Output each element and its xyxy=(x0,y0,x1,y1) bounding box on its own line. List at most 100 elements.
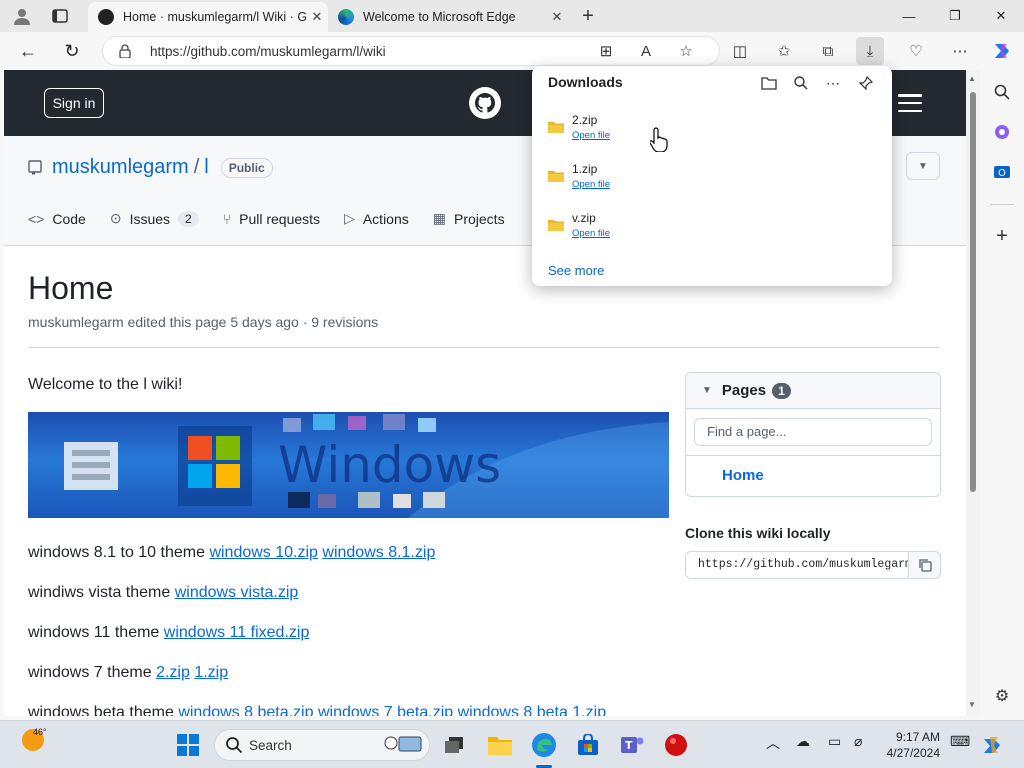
system-clock[interactable]: 9:17 AM 4/27/2024 xyxy=(880,729,940,761)
pull-request-icon: ⑂ xyxy=(222,210,232,227)
download-link[interactable]: windows 10.zip xyxy=(209,544,318,561)
minimize-icon[interactable]: — xyxy=(886,0,932,32)
add-sidebar-icon[interactable]: + xyxy=(990,224,1014,248)
tab-label: Actions xyxy=(362,210,409,227)
app-available-icon[interactable]: ⊞ xyxy=(592,37,620,65)
tab-actions-icon[interactable] xyxy=(48,4,72,28)
github-logo-icon[interactable] xyxy=(469,87,501,119)
download-item[interactable]: 2.zip Open file xyxy=(548,113,868,153)
search-downloads-icon[interactable] xyxy=(790,72,812,94)
download-item[interactable]: 1.zip Open file xyxy=(548,162,868,202)
sign-in-button[interactable]: Sign in xyxy=(44,88,104,118)
find-page-input[interactable]: Find a page... xyxy=(694,418,932,446)
open-file-link[interactable]: Open file xyxy=(572,228,610,239)
close-tab-icon[interactable]: ✕ xyxy=(306,9,328,25)
tab-pull-requests[interactable]: ⑂ Pull requests xyxy=(223,211,320,227)
tab-code[interactable]: <> Code xyxy=(28,211,86,227)
windows-taskbar: 46° Search T ︿ ☁ ▭ ⌀ 9:17 AM 4/27/2024 ⌨ xyxy=(0,720,1024,768)
wiki-line-3: windows 11 theme windows 11 fixed.zip xyxy=(28,624,309,642)
open-folder-icon[interactable] xyxy=(758,72,780,94)
download-link[interactable]: windows 8 beta 1.zip xyxy=(458,704,607,716)
downloads-icon[interactable]: ⤓ xyxy=(856,37,884,65)
caret-down-icon: ▼ xyxy=(702,385,712,396)
task-view-icon[interactable] xyxy=(438,729,470,761)
address-bar[interactable]: https://github.com/muskumlegarm/l/wiki xyxy=(102,36,720,66)
download-link[interactable]: 2.zip xyxy=(156,664,190,681)
collections-icon[interactable]: ⧉ xyxy=(814,37,842,65)
show-hidden-icons[interactable]: ︿ xyxy=(766,733,780,753)
profile-icon[interactable] xyxy=(10,4,34,28)
download-link[interactable]: 1.zip xyxy=(194,664,228,681)
new-tab-icon[interactable]: + xyxy=(576,4,600,28)
page-link-home[interactable]: Home xyxy=(722,467,764,484)
clone-wiki-label: Clone this wiki locally xyxy=(685,525,831,541)
network-icon[interactable]: ⌀ xyxy=(854,733,862,750)
back-icon[interactable]: ← xyxy=(14,37,42,65)
see-more-link[interactable]: See more xyxy=(548,263,604,278)
download-link[interactable]: windows 8.1.zip xyxy=(322,544,435,561)
repo-owner-link[interactable]: muskumlegarm xyxy=(52,156,189,179)
split-screen-icon[interactable]: ◫ xyxy=(726,37,754,65)
hamburger-menu-icon[interactable] xyxy=(898,94,922,112)
scroll-up-icon[interactable]: ▲ xyxy=(968,74,976,83)
repo-name-link[interactable]: l xyxy=(204,156,208,179)
download-link[interactable]: windows 7 beta.zip xyxy=(318,704,453,716)
taskbar-search[interactable]: Search xyxy=(214,729,430,761)
copilot-sidebar-icon[interactable] xyxy=(990,120,1014,144)
browser-essentials-icon[interactable]: ♡ xyxy=(902,37,930,65)
wiki-welcome-text: Welcome to the l wiki! xyxy=(28,376,183,393)
scroll-thumb[interactable] xyxy=(970,92,976,492)
restore-icon[interactable]: ❐ xyxy=(932,0,978,32)
file-explorer-icon[interactable] xyxy=(484,729,516,761)
display-icon[interactable]: ▭ xyxy=(828,733,841,750)
copy-icon[interactable] xyxy=(908,552,940,578)
copilot-icon[interactable] xyxy=(988,37,1016,65)
open-file-link[interactable]: Open file xyxy=(572,179,610,190)
browser-toolbar: ← ↻ https://github.com/muskumlegarm/l/wi… xyxy=(0,32,1024,70)
outlook-icon[interactable]: O xyxy=(990,160,1014,184)
address-url: https://github.com/muskumlegarm/l/wiki xyxy=(150,44,386,59)
onedrive-icon[interactable]: ☁ xyxy=(796,733,810,750)
teams-icon[interactable]: T xyxy=(616,729,648,761)
zip-folder-icon xyxy=(548,220,564,231)
tab-edge-welcome[interactable]: Welcome to Microsoft Edge ✕ xyxy=(328,2,568,32)
tab-issues[interactable]: ⊙ Issues 2 xyxy=(110,210,199,227)
notification-icon[interactable]: ⌨ xyxy=(950,733,970,750)
zip-folder-icon xyxy=(548,171,564,182)
download-link[interactable]: windows 8 beta.zip xyxy=(178,704,313,716)
repo-dropdown-button[interactable]: ▼ xyxy=(906,152,940,180)
more-options-icon[interactable]: ⋯ xyxy=(822,72,844,94)
close-window-icon[interactable]: ✕ xyxy=(978,0,1024,32)
tab-projects[interactable]: ▦ Projects xyxy=(433,210,505,227)
copilot-taskbar-icon[interactable] xyxy=(976,729,1008,761)
page-scrollbar[interactable]: ▲ ▼ xyxy=(966,70,980,716)
store-icon[interactable] xyxy=(572,729,604,761)
refresh-icon[interactable]: ↻ xyxy=(58,37,86,65)
read-aloud-icon[interactable]: A xyxy=(632,37,660,65)
pages-panel-header[interactable]: ▼ Pages 1 xyxy=(686,373,940,409)
download-item[interactable]: v.zip Open file xyxy=(548,211,868,251)
divider xyxy=(686,455,940,456)
pages-title: Pages xyxy=(721,382,767,399)
tab-actions[interactable]: ▷ Actions xyxy=(344,210,409,227)
red-app-icon[interactable] xyxy=(660,729,692,761)
more-menu-icon[interactable]: ⋯ xyxy=(946,37,974,65)
weather-widget[interactable]: 46° xyxy=(22,727,47,751)
clone-url-input[interactable]: https://github.com/muskumlegarm/l.wiki.g… xyxy=(686,552,908,578)
open-file-link[interactable]: Open file xyxy=(572,130,610,141)
search-icon[interactable] xyxy=(990,80,1014,104)
repo-title: muskumlegarm / l Public xyxy=(28,156,273,179)
download-file-name: v.zip xyxy=(572,211,596,225)
tab-github-wiki[interactable]: Home · muskumlegarm/l Wiki · G ✕ xyxy=(88,2,328,32)
start-button[interactable] xyxy=(172,729,204,761)
settings-gear-icon[interactable]: ⚙ xyxy=(990,684,1014,708)
download-link[interactable]: windows vista.zip xyxy=(175,584,299,601)
repo-nav-tabs: <> Code ⊙ Issues 2 ⑂ Pull requests ▷ Act… xyxy=(28,210,529,227)
edge-taskbar-icon[interactable] xyxy=(528,729,560,761)
close-tab-icon[interactable]: ✕ xyxy=(546,9,568,25)
scroll-down-icon[interactable]: ▼ xyxy=(968,700,976,709)
favorite-star-icon[interactable]: ☆ xyxy=(672,37,700,65)
favorites-icon[interactable]: ✩ xyxy=(770,37,798,65)
pin-icon[interactable] xyxy=(855,72,877,94)
download-link[interactable]: windows 11 fixed.zip xyxy=(164,624,310,641)
